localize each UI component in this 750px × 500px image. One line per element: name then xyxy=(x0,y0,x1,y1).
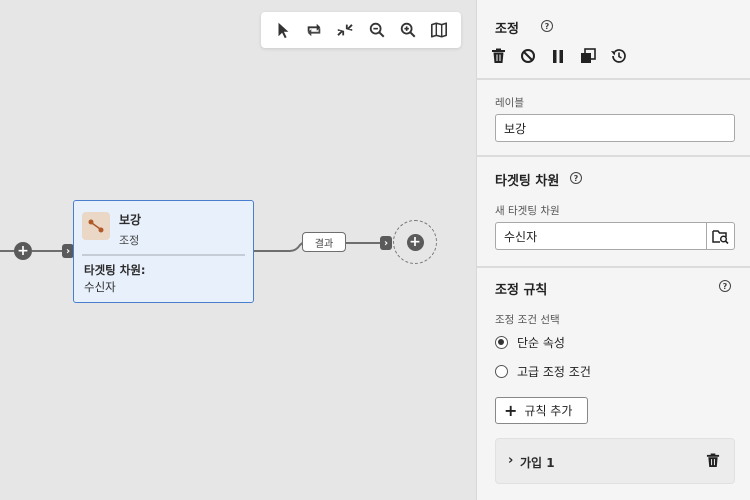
label-section: 레이블 보강 xyxy=(477,80,750,157)
chevron-right-icon[interactable]: › xyxy=(508,453,513,468)
add-step-plus-icon[interactable]: + xyxy=(14,242,32,260)
pause-icon[interactable] xyxy=(549,47,567,65)
add-activity-plus-icon[interactable]: + xyxy=(406,233,424,251)
targeting-dimension-input[interactable]: 수신자 xyxy=(495,222,706,250)
node-subtitle: 조정 xyxy=(119,234,140,247)
result-label[interactable]: 결과 xyxy=(302,232,346,252)
properties-panel: 조정 ? 레이블 보강 타겟팅 차원 ? 새 타겟팅 차원 수신자 조정 규칙 … xyxy=(476,0,750,500)
node-attribute-label: 타겟팅 차원: xyxy=(84,263,146,277)
targeting-title: 타겟팅 차원 xyxy=(495,174,560,189)
add-rule-label: 규칙 추가 xyxy=(524,404,573,418)
node-title: 보강 xyxy=(119,213,142,227)
simple-attribute-radio[interactable] xyxy=(495,336,508,349)
disable-icon[interactable] xyxy=(519,47,537,65)
label-input[interactable]: 보강 xyxy=(495,114,735,142)
connector-in xyxy=(32,250,64,252)
delete-icon[interactable] xyxy=(706,453,720,472)
targeting-section: 타겟팅 차원 ? 새 타겟팅 차원 수신자 xyxy=(477,157,750,268)
map-icon[interactable] xyxy=(426,17,452,43)
help-icon[interactable]: ? xyxy=(719,280,731,292)
zoom-in-icon[interactable] xyxy=(395,17,421,43)
rule-selection-label: 조정 조건 선택 xyxy=(495,314,560,326)
advanced-condition-label[interactable]: 고급 조정 조건 xyxy=(517,363,591,380)
help-icon[interactable]: ? xyxy=(541,20,553,32)
chevron-right-icon[interactable]: › xyxy=(380,236,392,250)
copy-icon[interactable] xyxy=(579,47,597,65)
add-activity-target[interactable]: + xyxy=(393,220,437,264)
pointer-icon[interactable] xyxy=(270,17,296,43)
add-rule-button[interactable]: + 규칙 추가 xyxy=(495,397,588,424)
connector-out-right xyxy=(346,242,382,244)
panel-title: 조정 xyxy=(495,22,519,37)
join-rule-card[interactable]: › 가입 1 xyxy=(495,438,735,484)
advanced-condition-radio[interactable] xyxy=(495,365,508,378)
reconcile-icon xyxy=(82,212,110,240)
workflow-canvas[interactable]: + › 보강 조정 타겟팅 차원: 수신자 결과 › + xyxy=(0,0,476,500)
panel-header: 조정 ? xyxy=(477,0,750,80)
node-attribute-value: 수신자 xyxy=(84,280,116,294)
history-icon[interactable] xyxy=(609,47,627,65)
simple-attribute-label[interactable]: 단순 속성 xyxy=(517,334,565,351)
enrichment-node[interactable]: 보강 조정 타겟팅 차원: 수신자 xyxy=(73,200,254,303)
node-divider xyxy=(82,254,245,256)
zoom-out-icon[interactable] xyxy=(364,17,390,43)
canvas-toolbar xyxy=(261,12,461,48)
join-rule-label: 가입 1 xyxy=(520,456,555,470)
new-targeting-label: 새 타겟팅 차원 xyxy=(495,205,560,217)
swap-icon[interactable] xyxy=(301,17,327,43)
help-icon[interactable]: ? xyxy=(570,172,582,184)
delete-icon[interactable] xyxy=(489,47,507,65)
plus-icon: + xyxy=(504,400,518,420)
label-field-label: 레이블 xyxy=(495,97,524,109)
collapse-icon[interactable] xyxy=(332,17,358,43)
browse-folder-icon[interactable] xyxy=(706,222,735,250)
rules-title: 조정 규칙 xyxy=(495,283,548,298)
